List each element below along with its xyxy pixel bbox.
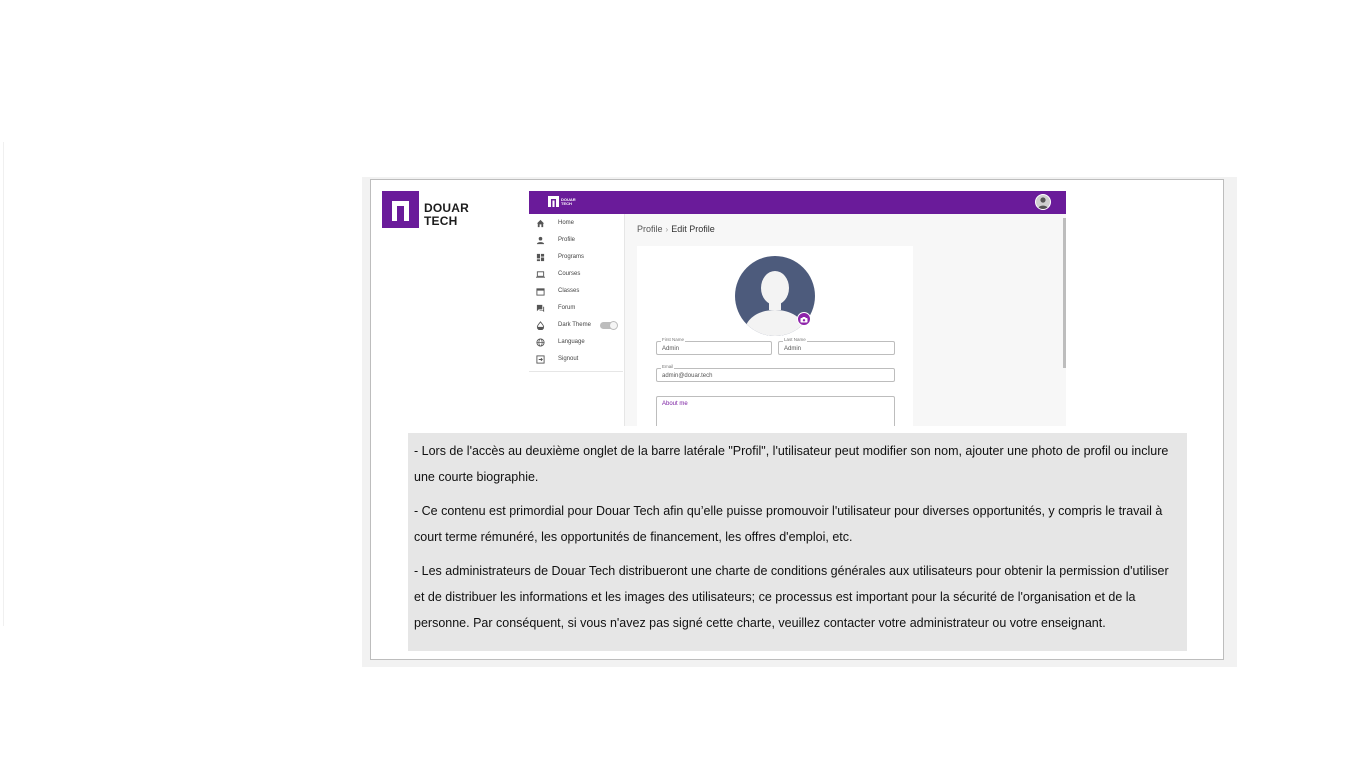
- last-name-value: Admin: [784, 346, 802, 352]
- topbar-logo[interactable]: DOUAR TECH: [548, 196, 578, 209]
- camera-glyph: [800, 317, 808, 323]
- description-paragraph: - Ce contenu est primordial pour Douar T…: [414, 504, 1163, 544]
- user-avatar-icon[interactable]: [1035, 194, 1051, 210]
- calendar-icon: [536, 288, 545, 296]
- about-me-textarea[interactable]: About me: [656, 396, 895, 426]
- first-name-value: Admin: [662, 346, 680, 352]
- sidebar-item-dark-theme[interactable]: Dark Theme: [529, 317, 623, 334]
- breadcrumb-current: Edit Profile: [671, 224, 715, 234]
- sidebar-item-label: Forum: [558, 305, 576, 311]
- sidebar-item-label: Signout: [558, 356, 579, 362]
- sidebar-item-label: Classes: [558, 288, 580, 294]
- douar-tech-logo-icon: [382, 191, 419, 228]
- sidebar-item-courses[interactable]: Courses: [529, 266, 623, 283]
- logo-wordmark: DOUAR TECH: [424, 202, 469, 228]
- breadcrumb-separator: ›: [665, 225, 669, 234]
- about-me-placeholder: About me: [662, 401, 688, 407]
- sidebar-item-label: Programs: [558, 254, 585, 260]
- sidebar-item-label: Profile: [558, 237, 576, 243]
- topbar-logo-icon: [548, 196, 559, 207]
- sidebar-item-label: Dark Theme: [558, 322, 591, 328]
- laptop-icon: [536, 271, 545, 278]
- toggle-knob: [609, 321, 618, 330]
- breadcrumb-parent[interactable]: Profile: [637, 224, 663, 234]
- forum-icon: [536, 304, 545, 313]
- dashboard-icon: [536, 253, 545, 262]
- app-screenshot: DOUAR TECH Home Profile Programs Courses: [529, 191, 1066, 426]
- avatar-silhouette: [1038, 197, 1048, 209]
- email-label: Email: [661, 364, 675, 370]
- logo-text-line2: TECH: [424, 214, 458, 228]
- sidebar-divider: [529, 371, 623, 372]
- contrast-icon: [536, 321, 545, 330]
- sidebar-item-profile[interactable]: Profile: [529, 232, 623, 249]
- last-name-label: Last Name: [783, 337, 807, 343]
- email-field[interactable]: Email admin@douar.tech: [656, 364, 895, 382]
- description-box: - Lors de l'accès au deuxième onglet de …: [408, 433, 1187, 651]
- first-name-field[interactable]: First Name Admin: [656, 337, 772, 355]
- sidebar-item-classes[interactable]: Classes: [529, 283, 623, 300]
- sidebar-item-home[interactable]: Home: [529, 215, 623, 232]
- dark-theme-toggle[interactable]: [600, 321, 618, 330]
- topbar-logo-line2: TECH: [561, 201, 572, 206]
- sidebar-item-label: Home: [558, 220, 575, 226]
- sidebar: Home Profile Programs Courses Classes Fo…: [529, 214, 625, 426]
- breadcrumb: Profile › Edit Profile: [637, 224, 715, 234]
- top-app-bar: DOUAR TECH: [529, 191, 1066, 214]
- email-value: admin@douar.tech: [662, 373, 713, 379]
- globe-icon: [536, 338, 545, 347]
- main-content: Profile › Edit Profile First Name Admin La…: [625, 214, 1066, 426]
- vertical-scrollbar[interactable]: [1063, 218, 1066, 368]
- last-name-field[interactable]: Last Name Admin: [778, 337, 895, 355]
- douar-tech-logo: DOUAR TECH: [382, 191, 482, 231]
- description-paragraph: - Les administrateurs de Douar Tech dist…: [414, 564, 1169, 630]
- sidebar-item-label: Courses: [558, 271, 581, 277]
- sidebar-item-programs[interactable]: Programs: [529, 249, 623, 266]
- sidebar-item-language[interactable]: Language: [529, 334, 623, 351]
- edit-profile-panel: First Name Admin Last Name Admin Email a…: [637, 246, 913, 426]
- home-icon: [536, 219, 545, 228]
- camera-icon[interactable]: [797, 312, 811, 326]
- signout-icon: [536, 355, 545, 364]
- sidebar-item-signout[interactable]: Signout: [529, 351, 623, 368]
- topbar-logo-text: DOUAR TECH: [561, 198, 576, 206]
- page-edge-line: [0, 142, 4, 626]
- sidebar-item-label: Language: [558, 339, 585, 345]
- first-name-label: First Name: [661, 337, 686, 343]
- description-paragraph: - Lors de l'accès au deuxième onglet de …: [414, 444, 1169, 484]
- person-icon: [536, 236, 545, 245]
- sidebar-item-forum[interactable]: Forum: [529, 300, 623, 317]
